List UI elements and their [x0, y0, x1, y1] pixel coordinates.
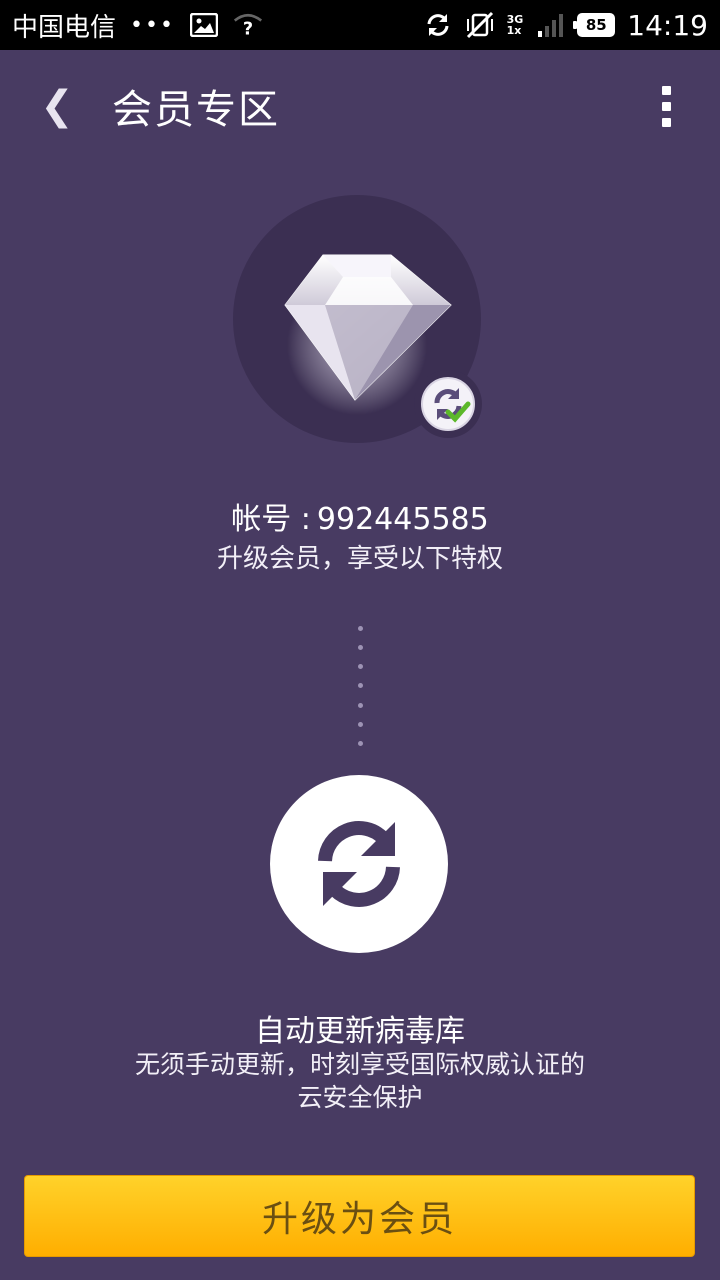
dotted-connector [356, 626, 364, 746]
carrier-name: 中国电信 [12, 12, 117, 43]
sync-icon [423, 10, 453, 40]
notification-dots: ••• [130, 12, 175, 38]
svg-text:?: ? [243, 20, 253, 39]
app-bar: ❮ 会员专区 [0, 50, 720, 162]
account-subtitle: 升级会员，享受以下特权 [216, 544, 503, 574]
battery-icon: 85 [573, 13, 616, 37]
upgrade-button[interactable]: 升级为会员 [24, 1175, 695, 1257]
feature-icon-circle [270, 775, 448, 953]
status-bar: 中国电信 ••• ? 3G 1x 85 14:19 [0, 0, 720, 50]
clock: 14:19 [627, 8, 708, 42]
back-button[interactable]: ❮ [22, 71, 92, 141]
vibrate-mute-icon [465, 10, 495, 40]
more-vert-icon[interactable] [646, 76, 686, 136]
account-number: 992445585 [316, 502, 489, 537]
account-label: 帐号 : [231, 502, 311, 537]
account-line: 帐号 :992445585 [0, 494, 720, 538]
auto-update-icon [318, 821, 400, 907]
feature-title: 自动更新病毒库 [255, 1014, 465, 1049]
signal-icon [535, 10, 565, 40]
page-title: 会员专区 [112, 87, 280, 133]
wifi-question-icon: ? [233, 10, 263, 40]
sync-check-icon [421, 377, 475, 431]
sync-check-badge [414, 370, 482, 438]
network-type: 3G 1x [506, 13, 524, 37]
feature-description: 无须手动更新，时刻享受国际权威认证的 云安全保护 [134, 1050, 585, 1112]
image-icon [189, 10, 219, 40]
